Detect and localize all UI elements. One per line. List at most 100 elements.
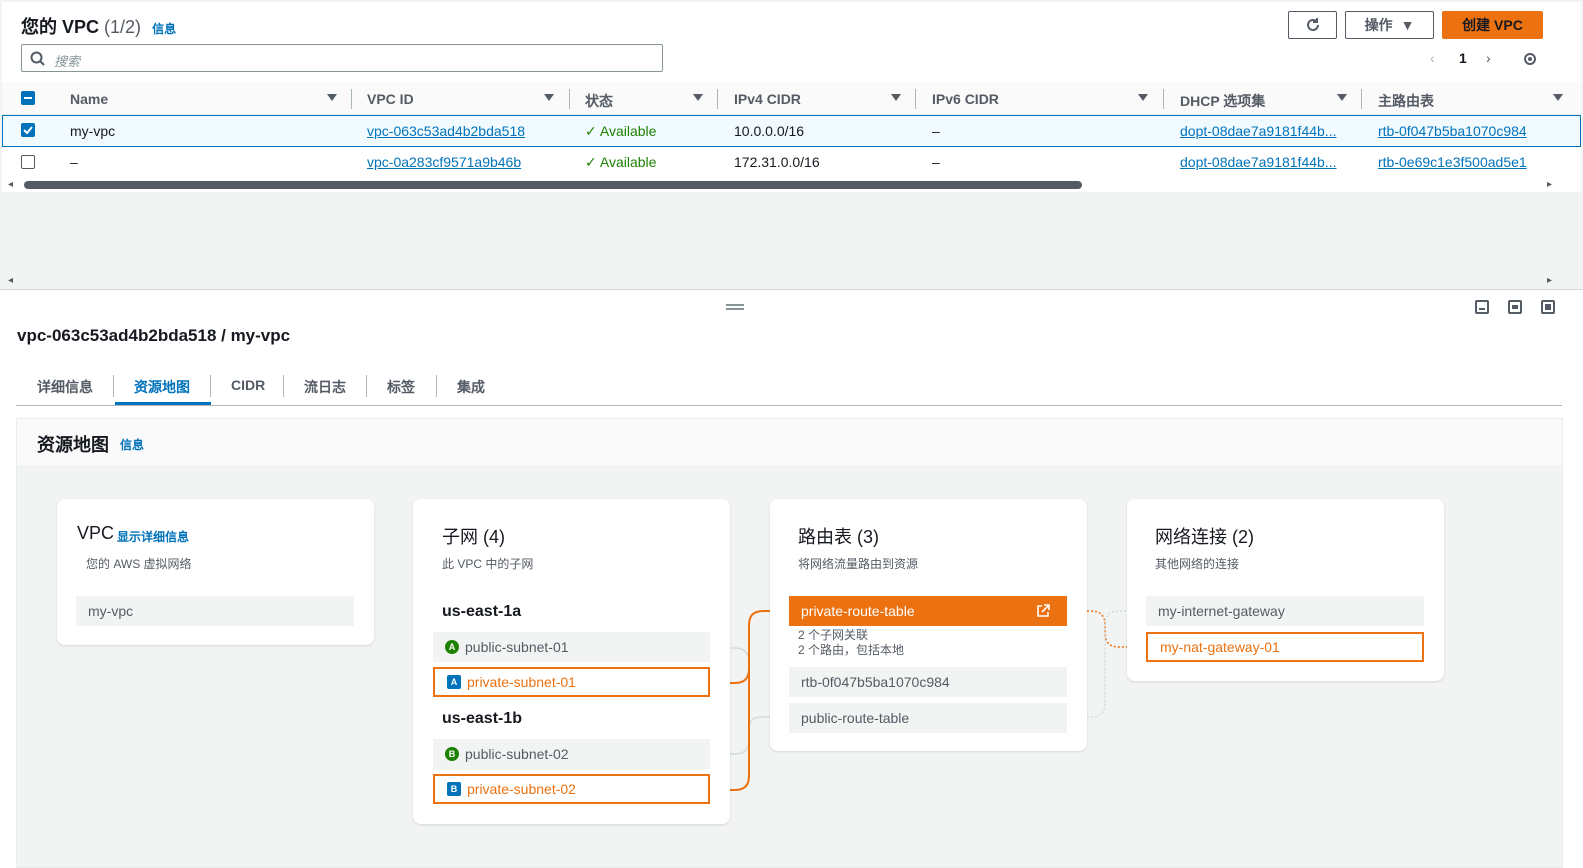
subnet-item[interactable]: Apublic-subnet-01 xyxy=(433,632,710,662)
dhcp-link[interactable]: dopt-08dae7a9181f44b... xyxy=(1180,154,1336,170)
cell-name: – xyxy=(70,154,78,170)
tab-tags[interactable]: 标签 xyxy=(387,377,415,397)
table-header: Name VPC ID 状态 IPv4 CIDR IPv6 CIDR DHCP … xyxy=(2,82,1581,115)
tab-bar: 详细信息 资源地图 CIDR 流日志 标签 集成 xyxy=(16,369,1562,406)
az-label: us-east-1a xyxy=(442,603,522,620)
search-input[interactable]: 搜索 xyxy=(21,44,663,72)
az-badge: A xyxy=(445,640,459,654)
sort-icon[interactable] xyxy=(1138,94,1148,101)
status-badge: ✓ Available xyxy=(585,123,657,139)
table-scrollbar[interactable]: ◂ ▸ xyxy=(2,178,1581,192)
refresh-icon xyxy=(1306,18,1319,31)
status-badge: ✓ Available xyxy=(585,154,657,170)
create-vpc-label: 创建 VPC xyxy=(1462,17,1523,33)
refresh-button[interactable] xyxy=(1288,11,1337,39)
settings-gear-icon[interactable] xyxy=(1521,50,1539,68)
vpc-card: VPC 显示详细信息 您的 AWS 虚拟网络 my-vpc xyxy=(57,499,374,645)
network-connections-card: 网络连接 (2) 其他网络的连接 my-internet-gateway my-… xyxy=(1127,499,1444,681)
vpc-id-link[interactable]: vpc-0a283cf9571a9b46b xyxy=(367,154,521,170)
actions-button[interactable]: 操作 ▼ xyxy=(1345,11,1434,39)
card-title: 子网 (4) xyxy=(442,527,505,547)
scrollbar-thumb[interactable] xyxy=(24,181,1082,189)
scroll-left-icon[interactable]: ◂ xyxy=(8,179,13,190)
dhcp-link[interactable]: dopt-08dae7a9181f44b... xyxy=(1180,123,1336,139)
vpc-id-link[interactable]: vpc-063c53ad4b2bda518 xyxy=(367,123,525,139)
route-note: 2 个路由，包括本地 xyxy=(798,643,905,657)
col-name[interactable]: Name xyxy=(70,91,108,107)
route-tables-card: 路由表 (3) 将网络流量路由到资源 private-route-table 2… xyxy=(770,499,1087,751)
subnet-item[interactable]: Bpublic-subnet-02 xyxy=(433,739,710,769)
next-page-icon[interactable]: › xyxy=(1486,50,1491,66)
vpc-list-panel: 您的 VPC (1/2) 信息 操作 ▼ 创建 VPC 搜索 ‹ 1 › Nam… xyxy=(0,0,1583,290)
card-subtitle: 其他网络的连接 xyxy=(1155,557,1240,571)
success-icon: ✓ xyxy=(585,123,597,139)
card-subtitle: 此 VPC 中的子网 xyxy=(442,557,534,571)
card-title: 路由表 (3) xyxy=(798,527,879,547)
connection-item-highlighted[interactable]: my-nat-gateway-01 xyxy=(1146,632,1424,662)
route-table-item[interactable]: rtb-0f047b5ba1070c984 xyxy=(789,667,1067,697)
split-handle-line xyxy=(726,308,744,310)
page-number[interactable]: 1 xyxy=(1459,50,1467,66)
route-table-link[interactable]: rtb-0e69c1e3f500ad5e1 xyxy=(1378,154,1527,170)
row-checkbox[interactable] xyxy=(21,123,35,137)
create-vpc-button[interactable]: 创建 VPC xyxy=(1442,11,1543,39)
scroll-right-icon[interactable]: ▸ xyxy=(1547,179,1552,190)
card-subtitle: 将网络流量路由到资源 xyxy=(798,557,919,571)
resource-map-panel: 资源地图 信息 VPC 显示详细信息 您的 AWS 虚拟网络 my-vpc 子网… xyxy=(16,418,1563,868)
cell-ipv4: 10.0.0.0/16 xyxy=(734,123,805,139)
route-table-item[interactable]: public-route-table xyxy=(789,703,1067,733)
search-placeholder: 搜索 xyxy=(54,54,81,69)
panel-full-icon[interactable] xyxy=(1541,300,1555,314)
panel-side-icon[interactable] xyxy=(1508,300,1522,314)
tab-flow-logs[interactable]: 流日志 xyxy=(304,377,346,397)
cell-ipv6: – xyxy=(932,123,940,139)
route-table-link[interactable]: rtb-0f047b5ba1070c984 xyxy=(1378,123,1527,139)
scroll-left-icon[interactable]: ◂ xyxy=(8,275,13,286)
show-details-link[interactable]: 显示详细信息 xyxy=(117,528,189,545)
connection-item[interactable]: my-internet-gateway xyxy=(1146,596,1424,626)
row-checkbox[interactable] xyxy=(21,155,35,169)
caret-down-icon: ▼ xyxy=(1400,17,1415,33)
col-ipv6[interactable]: IPv6 CIDR xyxy=(932,91,999,107)
card-title: VPC xyxy=(77,523,115,543)
success-icon: ✓ xyxy=(585,154,597,170)
page-title: 您的 VPC (1/2) 信息 xyxy=(21,17,177,37)
az-label: us-east-1b xyxy=(442,710,523,727)
sort-icon[interactable] xyxy=(1337,94,1347,101)
subnets-card: 子网 (4) 此 VPC 中的子网 us-east-1a Apublic-sub… xyxy=(413,499,730,824)
subnet-item-highlighted[interactable]: Bprivate-subnet-02 xyxy=(433,774,710,804)
select-all-checkbox[interactable] xyxy=(21,91,35,105)
active-tab-indicator xyxy=(115,402,211,405)
col-ipv4[interactable]: IPv4 CIDR xyxy=(734,91,801,107)
subnet-item-highlighted[interactable]: Aprivate-subnet-01 xyxy=(433,667,710,697)
table-row[interactable]: my-vpc vpc-063c53ad4b2bda518 ✓ Available… xyxy=(2,115,1581,147)
tab-resource-map[interactable]: 资源地图 xyxy=(134,377,190,397)
cell-ipv4: 172.31.0.0/16 xyxy=(734,154,820,170)
route-table-item-active[interactable]: private-route-table xyxy=(789,596,1067,626)
col-dhcp[interactable]: DHCP 选项集 xyxy=(1180,91,1265,111)
col-status[interactable]: 状态 xyxy=(585,91,613,111)
tab-integrations[interactable]: 集成 xyxy=(457,377,485,397)
sort-icon[interactable] xyxy=(1553,94,1563,101)
sort-icon[interactable] xyxy=(693,94,703,101)
cell-ipv6: – xyxy=(932,154,940,170)
prev-page-icon[interactable]: ‹ xyxy=(1430,50,1435,66)
sort-icon[interactable] xyxy=(327,94,337,101)
split-handle[interactable] xyxy=(726,304,744,306)
external-link-icon[interactable] xyxy=(1036,604,1050,618)
tab-cidr[interactable]: CIDR xyxy=(231,377,265,393)
info-link[interactable]: 信息 xyxy=(152,22,176,36)
panel-bottom-icon[interactable] xyxy=(1475,300,1489,314)
vpc-item[interactable]: my-vpc xyxy=(76,596,354,626)
scroll-right-icon[interactable]: ▸ xyxy=(1547,275,1552,286)
az-badge: B xyxy=(447,782,461,796)
tab-details[interactable]: 详细信息 xyxy=(37,377,93,397)
table-row[interactable]: – vpc-0a283cf9571a9b46b ✓ Available 172.… xyxy=(2,147,1581,179)
col-route-table[interactable]: 主路由表 xyxy=(1378,91,1434,111)
actions-label: 操作 xyxy=(1364,17,1393,33)
card-title: 网络连接 (2) xyxy=(1155,527,1254,547)
sort-icon[interactable] xyxy=(544,94,554,101)
col-vpc-id[interactable]: VPC ID xyxy=(367,91,414,107)
panel-scrollbar[interactable]: ◂ ▸ xyxy=(2,274,1581,288)
sort-icon[interactable] xyxy=(891,94,901,101)
